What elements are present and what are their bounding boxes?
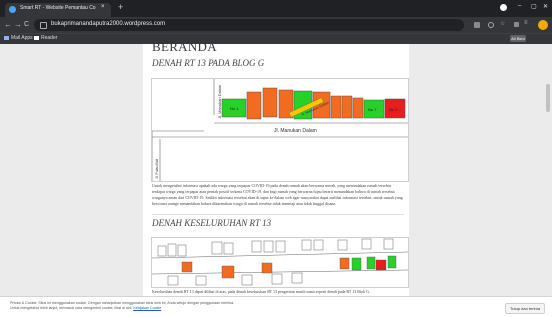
house bbox=[221, 265, 235, 279]
tab-title: Smart RT - Website Pemantau Co... bbox=[20, 5, 96, 11]
paragraph-full-map: Keseluruhan denah RT 13 dapat dilihat di… bbox=[152, 289, 370, 294]
house bbox=[181, 261, 193, 273]
site-favicon-icon bbox=[9, 6, 16, 13]
house bbox=[351, 257, 362, 271]
all-bookmarks-button[interactable]: All Bkm bbox=[510, 35, 526, 42]
divider bbox=[152, 214, 404, 215]
close-window-button[interactable]: ✕ bbox=[543, 3, 548, 10]
scrollbar-thumb[interactable] bbox=[546, 84, 550, 112]
street-label-vertical: Jl. Manukan Dalam bbox=[217, 84, 222, 119]
maximize-button[interactable]: ▢ bbox=[531, 3, 537, 10]
street-label-left: Jl. Pulau Bali bbox=[155, 159, 159, 179]
rt13-full-map bbox=[151, 237, 409, 288]
accept-cookies-button[interactable]: Tutup dan terima bbox=[505, 303, 545, 314]
house-label-1: No 1 bbox=[230, 106, 239, 111]
reader-icon bbox=[34, 35, 39, 40]
browser-tab[interactable]: Smart RT - Website Pemantau Co... × bbox=[5, 3, 111, 17]
address-bar[interactable]: bukaprimanandaputra2000.wordpress.com bbox=[34, 19, 464, 31]
tab-close-icon[interactable]: × bbox=[101, 4, 105, 10]
translate-icon[interactable] bbox=[474, 22, 480, 28]
street-label-horizontal: Jl. Manukan Dalam bbox=[274, 128, 317, 134]
house bbox=[366, 256, 376, 270]
map-drawing bbox=[152, 238, 408, 286]
house-label-2: No 7 bbox=[368, 107, 377, 112]
house bbox=[387, 255, 397, 269]
section-title: DENAH RT 13 PADA BLOG G bbox=[152, 58, 265, 68]
media-icon[interactable]: ≡ bbox=[524, 20, 530, 26]
bookmark-item[interactable]: Mail Apps bbox=[4, 35, 33, 41]
star-icon[interactable]: ☆ bbox=[500, 20, 506, 27]
avatar[interactable] bbox=[538, 20, 548, 30]
reload-button[interactable]: C bbox=[24, 20, 29, 29]
url-text[interactable]: bukaprimanandaputra2000.wordpress.com bbox=[51, 21, 165, 27]
apps-icon bbox=[4, 35, 9, 40]
extensions-icon[interactable] bbox=[514, 22, 519, 27]
house bbox=[262, 87, 278, 118]
cookie-policy-link[interactable]: Kebijakan Cookie bbox=[133, 306, 161, 310]
bookmarks-bar: Mail Apps Reader All Bkm bbox=[0, 33, 552, 44]
back-button[interactable]: ← bbox=[4, 20, 12, 29]
zoom-icon[interactable] bbox=[488, 22, 494, 28]
house bbox=[339, 257, 350, 270]
page-viewport: BERANDA DENAH RT 13 PADA BLOG G No 1 No … bbox=[0, 44, 552, 316]
house bbox=[375, 259, 387, 271]
content-column: BERANDA DENAH RT 13 PADA BLOG G No 1 No … bbox=[143, 44, 409, 316]
browser-toolbar: ← → C bukaprimanandaputra2000.wordpress.… bbox=[0, 17, 552, 33]
rt13-blog-g-map: No 1 No 7 No 9 Jl. Manukan Dalam Jl. Man… bbox=[151, 78, 409, 182]
section-title: DENAH KESELURUHAN RT 13 bbox=[152, 218, 272, 228]
cookie-text: Privasi & Cookie: Situs ini menggunakan … bbox=[10, 301, 235, 310]
minimize-button[interactable]: – bbox=[518, 3, 521, 9]
lock-icon bbox=[40, 22, 47, 29]
house bbox=[352, 97, 364, 119]
profile-indicator-icon[interactable] bbox=[500, 4, 507, 11]
browser-tab-bar: Smart RT - Website Pemantau Co... × + – … bbox=[0, 0, 552, 17]
house bbox=[330, 95, 342, 119]
bookmark-item[interactable]: Reader bbox=[34, 35, 57, 41]
forward-button[interactable]: → bbox=[14, 20, 22, 29]
page-title: BERANDA bbox=[152, 44, 217, 54]
house-label-3: No 9 bbox=[389, 107, 398, 112]
map-drawing: No 1 No 7 No 9 Jl. Manukan Dalam Jl. Man… bbox=[152, 79, 408, 181]
new-tab-button[interactable]: + bbox=[118, 3, 123, 12]
paragraph-intro: Untuk mengetahui informasi apakah ada wa… bbox=[152, 183, 403, 206]
house bbox=[246, 91, 262, 120]
house bbox=[341, 95, 353, 119]
house bbox=[261, 262, 273, 274]
cookie-banner: Privasi & Cookie: Situs ini menggunakan … bbox=[0, 296, 552, 317]
